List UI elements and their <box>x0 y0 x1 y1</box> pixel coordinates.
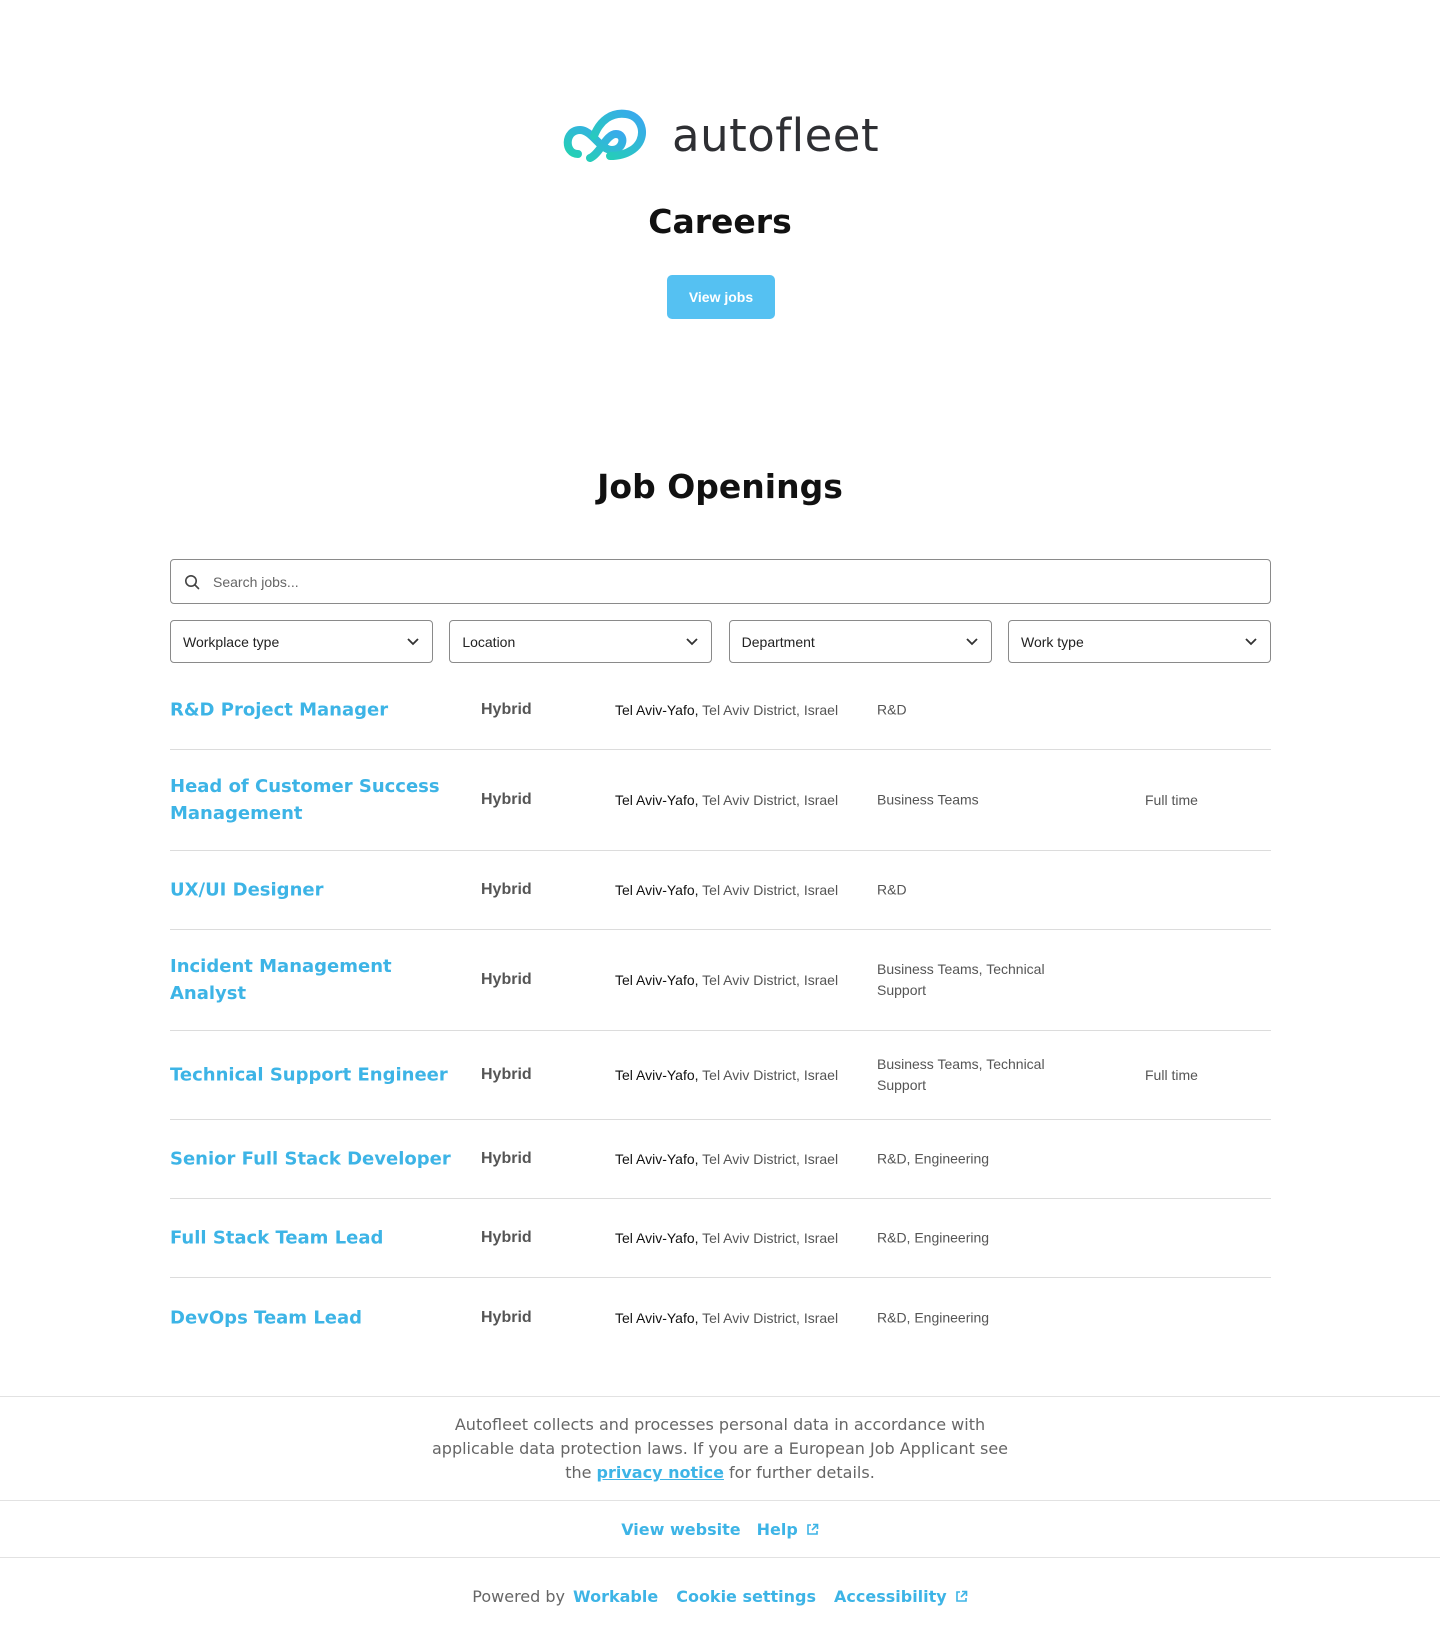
job-workplace: Hybrid <box>481 971 532 988</box>
job-location: Tel Aviv-Yafo, Tel Aviv District, Israel <box>615 1230 838 1246</box>
workable-link[interactable]: Workable <box>573 1587 658 1606</box>
job-region: Tel Aviv District, Israel <box>698 972 839 988</box>
filter-workplace-type[interactable]: Workplace type <box>170 620 433 663</box>
job-workplace: Hybrid <box>481 1150 532 1167</box>
job-row[interactable]: Head of Customer Success Management Hybr… <box>170 750 1271 851</box>
job-workplace: Hybrid <box>481 1066 532 1083</box>
logo-wordmark: autofleet <box>672 108 880 162</box>
external-link-icon <box>955 1590 968 1603</box>
job-location: Tel Aviv-Yafo, Tel Aviv District, Israel <box>615 792 838 808</box>
cookie-settings-link[interactable]: Cookie settings <box>676 1587 816 1606</box>
job-city: Tel Aviv-Yafo, <box>615 1230 699 1246</box>
job-title-link[interactable]: DevOps Team Lead <box>170 1304 460 1331</box>
job-region: Tel Aviv District, Israel <box>698 1309 839 1326</box>
accessibility-label: Accessibility <box>834 1586 947 1606</box>
job-region: Tel Aviv District, Israel <box>698 1151 839 1167</box>
privacy-notice-link[interactable]: privacy notice <box>597 1463 724 1482</box>
job-department: R&D <box>877 701 907 717</box>
powered-by-text: Powered by <box>472 1586 566 1606</box>
job-city: Tel Aviv-Yafo, <box>615 1309 699 1326</box>
job-openings-heading: Job Openings <box>597 467 843 506</box>
job-workplace: Hybrid <box>481 700 532 718</box>
filter-label: Location <box>462 633 516 650</box>
privacy-notice-section: Autofleet collects and processes persona… <box>0 1396 1440 1501</box>
job-region: Tel Aviv District, Israel <box>698 882 839 898</box>
page-title: Careers <box>648 202 792 241</box>
filter-bar: Workplace type Location Department Work … <box>170 620 1271 663</box>
autofleet-logo-icon <box>563 109 646 162</box>
job-city: Tel Aviv-Yafo, <box>615 972 699 988</box>
search-input[interactable] <box>213 561 1270 602</box>
footer-links: View website Help <box>0 1501 1440 1558</box>
filter-label: Work type <box>1020 633 1084 650</box>
view-website-link[interactable]: View website <box>621 1520 740 1539</box>
search-icon <box>183 573 201 591</box>
job-region: Tel Aviv District, Israel <box>698 1067 839 1083</box>
job-location: Tel Aviv-Yafo, Tel Aviv District, Israel <box>615 882 838 898</box>
job-department: R&D, Engineering <box>877 1229 990 1246</box>
job-list: R&D Project Manager Hybrid Tel Aviv-Yafo… <box>170 670 1271 1357</box>
job-department: Business Teams <box>877 791 979 808</box>
job-location: Tel Aviv-Yafo, Tel Aviv District, Israel <box>615 1067 838 1083</box>
job-region: Tel Aviv District, Israel <box>698 1230 839 1246</box>
accessibility-link[interactable]: Accessibility <box>834 1587 968 1606</box>
job-title-link[interactable]: Incident Management Analyst <box>170 953 460 1007</box>
job-city: Tel Aviv-Yafo, <box>615 792 699 808</box>
job-workplace: Hybrid <box>481 1308 532 1326</box>
job-row[interactable]: UX/UI Designer Hybrid Tel Aviv-Yafo, Tel… <box>170 851 1271 930</box>
chevron-down-icon <box>1244 635 1258 649</box>
job-workplace: Hybrid <box>481 791 532 808</box>
job-title-link[interactable]: Head of Customer Success Management <box>170 773 460 827</box>
filter-label: Workplace type <box>183 633 280 650</box>
chevron-down-icon <box>965 635 979 649</box>
job-region: Tel Aviv District, Israel <box>698 701 839 718</box>
job-title-link[interactable]: UX/UI Designer <box>170 877 460 904</box>
help-label: Help <box>756 1519 798 1539</box>
filter-location[interactable]: Location <box>449 620 713 663</box>
job-title-link[interactable]: Full Stack Team Lead <box>170 1225 460 1252</box>
privacy-notice-text: Autofleet collects and processes persona… <box>420 1413 1020 1485</box>
job-workplace: Hybrid <box>481 1229 532 1246</box>
view-jobs-button[interactable]: View jobs <box>667 275 775 319</box>
job-workplace: Hybrid <box>481 881 532 898</box>
notice-text-after: for further details. <box>723 1463 875 1482</box>
job-row[interactable]: Full Stack Team Lead Hybrid Tel Aviv-Yaf… <box>170 1199 1271 1278</box>
job-title-link[interactable]: Senior Full Stack Developer <box>170 1146 460 1173</box>
job-row[interactable]: Technical Support Engineer Hybrid Tel Av… <box>170 1031 1271 1120</box>
job-region: Tel Aviv District, Israel <box>698 792 839 808</box>
filter-department[interactable]: Department <box>728 620 992 663</box>
job-department: Business Teams, Technical Support <box>877 1056 1045 1093</box>
search-box[interactable] <box>170 559 1271 604</box>
job-department: R&D, Engineering <box>877 1309 990 1325</box>
job-row[interactable]: DevOps Team Lead Hybrid Tel Aviv-Yafo, T… <box>170 1278 1271 1357</box>
job-location: Tel Aviv-Yafo, Tel Aviv District, Israel <box>615 702 838 718</box>
job-title-link[interactable]: R&D Project Manager <box>170 696 460 723</box>
job-department: R&D <box>877 881 907 898</box>
job-city: Tel Aviv-Yafo, <box>615 1151 699 1167</box>
company-logo: autofleet <box>560 104 890 166</box>
job-row[interactable]: Incident Management Analyst Hybrid Tel A… <box>170 930 1271 1031</box>
job-city: Tel Aviv-Yafo, <box>615 882 699 898</box>
filter-label: Department <box>741 633 815 650</box>
job-location: Tel Aviv-Yafo, Tel Aviv District, Israel <box>615 972 838 988</box>
view-website-label: View website <box>621 1519 741 1539</box>
job-department: R&D, Engineering <box>877 1150 990 1167</box>
chevron-down-icon <box>406 635 420 649</box>
job-location: Tel Aviv-Yafo, Tel Aviv District, Israel <box>615 1151 838 1167</box>
job-row[interactable]: Senior Full Stack Developer Hybrid Tel A… <box>170 1120 1271 1199</box>
filter-work-type[interactable]: Work type <box>1007 620 1271 663</box>
job-title-link[interactable]: Technical Support Engineer <box>170 1062 460 1089</box>
chevron-down-icon <box>685 635 699 649</box>
job-work-type: Full time <box>1145 1067 1198 1083</box>
job-city: Tel Aviv-Yafo, <box>615 701 699 718</box>
external-link-icon <box>806 1523 819 1536</box>
powered-by-bar: Powered by Workable Cookie settings Acce… <box>0 1568 1440 1624</box>
job-city: Tel Aviv-Yafo, <box>615 1067 699 1083</box>
job-department: Business Teams, Technical Support <box>877 961 1045 998</box>
job-location: Tel Aviv-Yafo, Tel Aviv District, Israel <box>615 1310 838 1326</box>
job-work-type: Full time <box>1145 792 1198 808</box>
help-link[interactable]: Help <box>757 1520 819 1539</box>
job-row[interactable]: R&D Project Manager Hybrid Tel Aviv-Yafo… <box>170 670 1271 750</box>
